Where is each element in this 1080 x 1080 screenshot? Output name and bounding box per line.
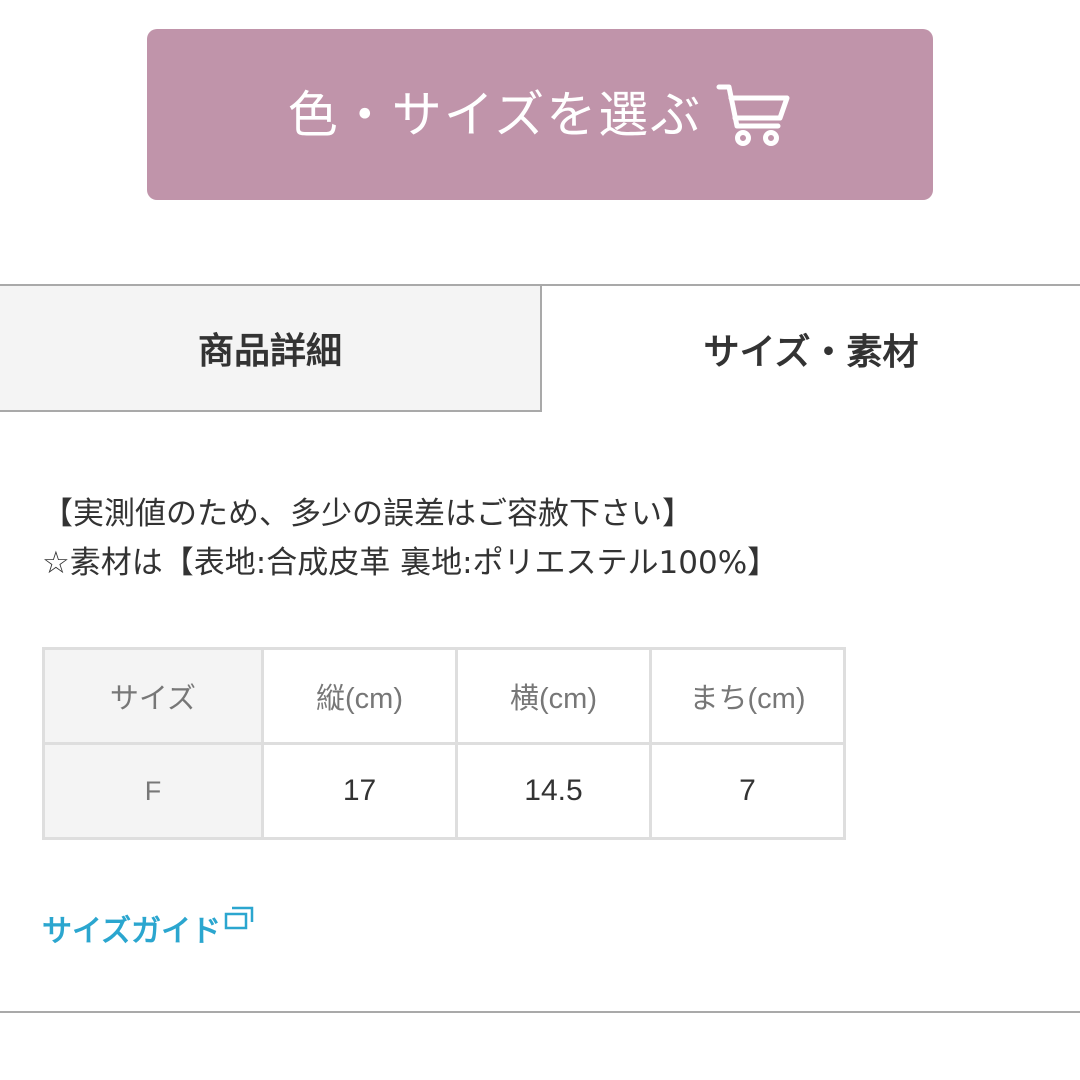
size-table-cell: 17 — [261, 742, 458, 840]
size-table-cell: F — [42, 742, 264, 840]
select-color-size-button[interactable]: 色・サイズを選ぶ — [147, 29, 933, 200]
size-table-header-cell: サイズ — [42, 647, 264, 745]
tab-size-material[interactable]: サイズ・素材 — [542, 286, 1080, 412]
size-table-header-cell: 縦(cm) — [261, 647, 458, 745]
size-table-cell: 14.5 — [455, 742, 652, 840]
size-table: サイズ 縦(cm) 横(cm) まち(cm) F 17 14.5 7 — [42, 647, 846, 840]
select-button-label: 色・サイズを選ぶ — [287, 85, 703, 144]
table-row: F 17 14.5 7 — [42, 742, 846, 840]
size-table-header-row: サイズ 縦(cm) 横(cm) まち(cm) — [42, 647, 846, 745]
detail-tabs: 商品詳細 サイズ・素材 — [0, 284, 1080, 412]
size-table-cell: 7 — [649, 742, 846, 840]
size-table-header-cell: まち(cm) — [649, 647, 846, 745]
external-link-icon — [224, 906, 254, 930]
cart-icon — [716, 84, 790, 146]
tab-product-details[interactable]: 商品詳細 — [0, 286, 542, 412]
tab-size-material-label: サイズ・素材 — [703, 332, 919, 373]
size-guide-label: サイズガイド — [42, 914, 222, 949]
size-guide-link[interactable]: サイズガイド — [42, 906, 255, 950]
section-divider — [0, 1011, 1080, 1013]
size-table-header-cell: 横(cm) — [455, 647, 652, 745]
size-notes: 【実測値のため、多少の誤差はご容赦下さい】 ☆素材は【表地:合成皮革 裏地:ポリ… — [42, 490, 778, 588]
tab-product-details-label: 商品詳細 — [197, 331, 342, 372]
measurement-note: 【実測値のため、多少の誤差はご容赦下さい】 — [42, 496, 693, 532]
material-note: ☆素材は【表地:合成皮革 裏地:ポリエステル100%】 — [42, 545, 779, 581]
